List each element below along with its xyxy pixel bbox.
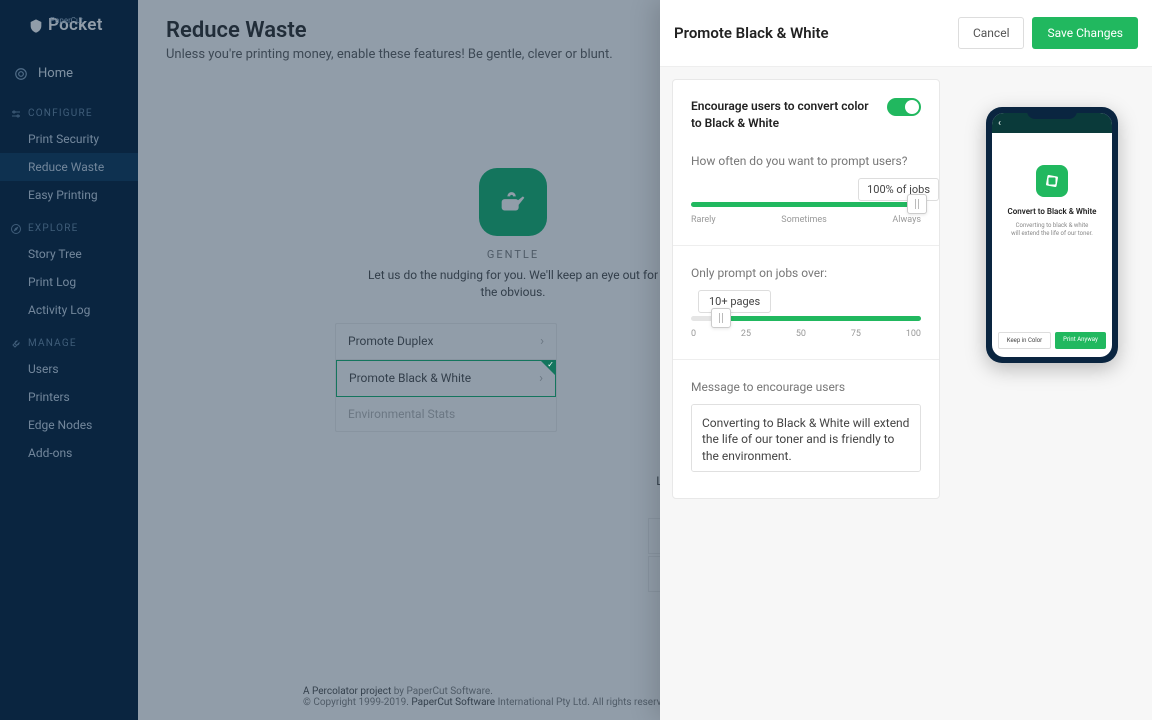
pages-slider[interactable]: 10+ pages 0 25 50 75 100 (691, 290, 921, 339)
pages-label: Only prompt on jobs over: (691, 266, 921, 280)
card-title: Encourage users to convert color to Blac… (691, 98, 875, 132)
phone-preview: ‹ Convert to Black & White Converting to… (986, 107, 1118, 363)
drawer-header: Promote Black & White Cancel Save Change… (660, 0, 1152, 67)
divider (673, 359, 939, 360)
enable-toggle[interactable] (887, 98, 921, 116)
pages-value-pill: 10+ pages (698, 290, 771, 313)
frequency-label: How often do you want to prompt users? (691, 154, 921, 168)
save-button[interactable]: Save Changes (1032, 17, 1138, 49)
phone-preview-text2: will extend the life of our toner. (1000, 230, 1104, 238)
slider-thumb[interactable] (711, 308, 731, 328)
drawer-title: Promote Black & White (674, 24, 829, 42)
drawer-panel: Promote Black & White Cancel Save Change… (660, 0, 1152, 720)
settings-card: Encourage users to convert color to Blac… (672, 79, 940, 499)
cancel-button[interactable]: Cancel (958, 17, 1025, 49)
divider (673, 245, 939, 246)
back-icon: ‹ (998, 118, 1001, 129)
phone-preview-title: Convert to Black & White (1000, 207, 1104, 216)
check-icon: ✓ (547, 360, 554, 369)
phone-bw-icon (1036, 165, 1068, 197)
message-textarea[interactable] (691, 404, 921, 472)
message-label: Message to encourage users (691, 380, 921, 394)
frequency-slider[interactable]: 100% of jobs Rarely Sometimes Always (691, 178, 921, 225)
phone-preview-text1: Converting to black & white (1000, 222, 1104, 230)
phone-notch (1027, 107, 1077, 119)
phone-print-button: Print Anyway (1055, 332, 1106, 349)
phone-keep-button: Keep in Color (998, 332, 1051, 349)
slider-thumb[interactable] (907, 194, 927, 214)
